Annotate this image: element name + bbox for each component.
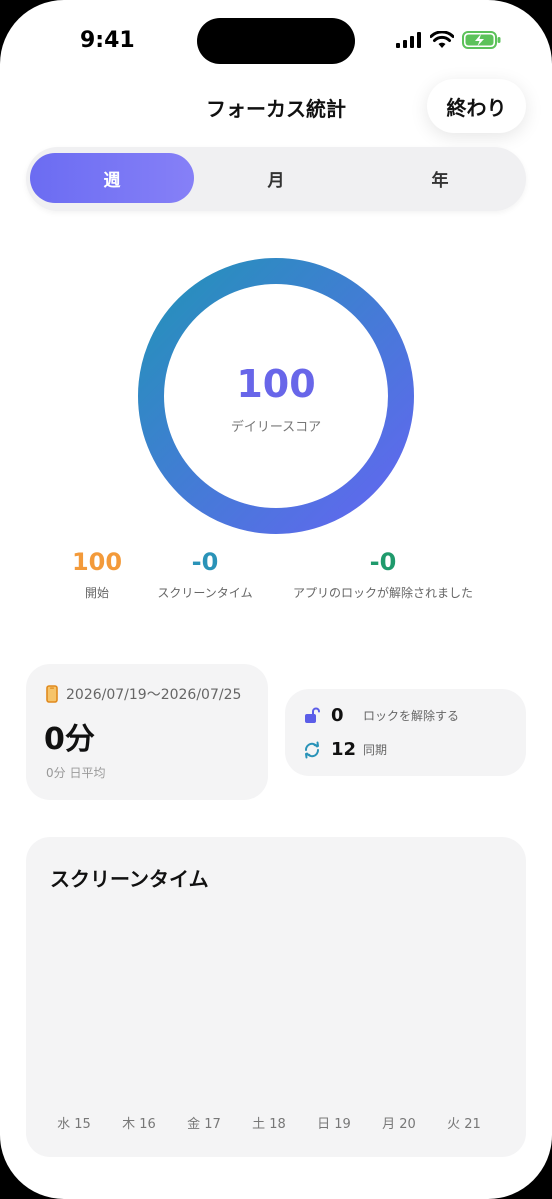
battery-charging-icon [462, 31, 501, 49]
period-segmented-control: 週 月 年 [26, 147, 526, 211]
daily-score-ring: 100 デイリースコア [138, 258, 414, 534]
wifi-icon [430, 31, 454, 48]
sync-count-value: 12 [331, 739, 357, 760]
screen-time-chart-card: スクリーンタイム 水 15 木 16 金 17 土 18 日 19 月 20 火 21 [26, 837, 526, 1157]
date-range-row: 2026/07/19～2026/07/25 [46, 684, 241, 704]
daily-average: 0分 日平均 [46, 766, 106, 780]
phone-icon [46, 685, 58, 703]
chart-x-label: 水 15 [57, 1117, 91, 1132]
unlock-count-label: ロックを解除する [363, 709, 460, 723]
dynamic-island [197, 18, 355, 64]
stat-start-label: 開始 [84, 586, 109, 600]
sync-count-row: 12 同期 [303, 739, 387, 760]
sync-count-label: 同期 [363, 743, 388, 757]
weekly-summary-card[interactable]: 2026/07/19～2026/07/25 0分 0分 日平均 [26, 664, 268, 800]
chart-x-label: 土 18 [252, 1117, 286, 1132]
stat-unlocked-value: -0 [369, 548, 397, 576]
total-screen-time: 0分 [44, 722, 95, 757]
status-time: 9:41 [80, 28, 135, 53]
stat-screen-time-value: -0 [191, 548, 219, 576]
sync-icon [304, 741, 320, 758]
done-button[interactable]: 終わり [427, 79, 526, 133]
chart-x-label: 日 19 [317, 1117, 351, 1132]
tab-year[interactable]: 年 [358, 153, 522, 203]
chart-title: スクリーンタイム [50, 867, 209, 891]
tab-month[interactable]: 月 [194, 153, 358, 203]
stat-screen-time-label: スクリーンタイム [157, 586, 253, 600]
tab-week[interactable]: 週 [30, 153, 194, 203]
chart-x-label: 月 20 [382, 1117, 416, 1132]
unlock-icon [305, 707, 320, 723]
app-screen: 9:41 フォーカス統計 終わり 週 月 年 100 デイリースコア 100 開… [0, 0, 552, 1199]
date-range-text: 2026/07/19～2026/07/25 [66, 687, 242, 703]
daily-score-label: デイリースコア [230, 420, 322, 435]
chart-x-label: 火 21 [447, 1117, 481, 1132]
lock-sync-card: 0 ロックを解除する 12 同期 [285, 689, 526, 776]
stat-unlocked-apps: -0 アプリのロックが解除されました [280, 548, 486, 601]
unlock-count-value: 0 [331, 705, 344, 726]
chart-x-label: 金 17 [187, 1117, 221, 1132]
stat-screen-time: -0 スクリーンタイム [145, 548, 265, 601]
signal-icon [396, 32, 421, 48]
stat-start: 100 開始 [48, 548, 146, 601]
status-icons [396, 30, 502, 50]
chart-x-label: 木 16 [122, 1117, 156, 1132]
stat-start-value: 100 [71, 548, 123, 576]
stat-unlocked-label: アプリのロックが解除されました [292, 586, 473, 600]
unlock-count-row: 0 ロックを解除する [303, 705, 459, 726]
daily-score-value: 100 [236, 362, 316, 406]
